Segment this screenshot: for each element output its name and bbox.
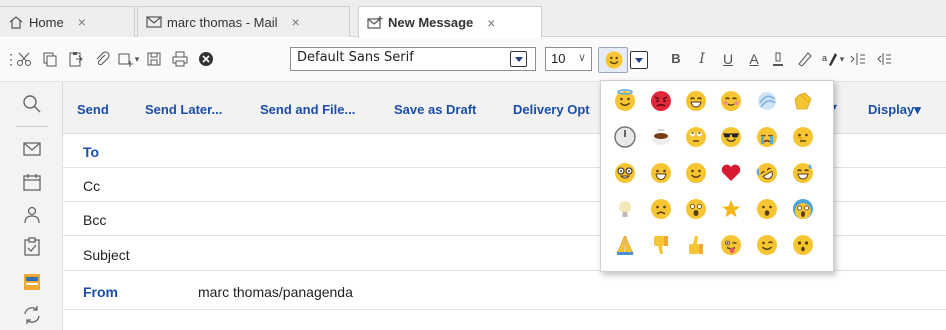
notebook-icon[interactable] [22, 272, 42, 292]
send-button[interactable]: Send [77, 102, 109, 117]
save-icon[interactable] [146, 51, 162, 67]
font-family-dropdown-icon[interactable] [510, 51, 527, 67]
close-icon[interactable]: × [78, 14, 86, 30]
emoji-dropdown-icon[interactable] [630, 51, 648, 69]
smiley-icon [605, 51, 623, 69]
crying-emoji[interactable] [755, 125, 779, 149]
sad-emoji[interactable] [649, 197, 673, 221]
attach-icon[interactable] [94, 51, 110, 67]
pray-emoji[interactable] [613, 233, 637, 257]
grinning-emoji[interactable] [649, 161, 673, 185]
chevron-down-icon: ∨ [577, 52, 586, 64]
print-icon[interactable] [172, 51, 188, 67]
delivery-options-button[interactable]: Delivery Opt [513, 102, 590, 117]
bcc-label: Bcc [83, 212, 107, 228]
save-as-draft-button[interactable]: Save as Draft [394, 102, 476, 117]
mail-icon[interactable] [22, 139, 42, 159]
astonished-emoji[interactable] [791, 233, 815, 257]
shocked-emoji[interactable] [684, 197, 708, 221]
toolbar-grip-icon: ⋮ [4, 51, 18, 67]
tongue-wink-emoji[interactable] [719, 233, 743, 257]
insert-dropdown-icon[interactable]: ▾ [133, 51, 141, 67]
formatting-toolbar: ⋮ ▾ Default Sans Serif 10 ∨ B I U A a ▾ [0, 38, 946, 82]
paste-icon[interactable] [68, 51, 84, 67]
from-label: From [83, 284, 118, 300]
send-and-file-button[interactable]: Send and File... [260, 102, 355, 117]
cut-icon[interactable] [16, 51, 32, 67]
tab-home[interactable]: Home × [0, 6, 135, 37]
tab-mail[interactable]: marc thomas - Mail × [137, 6, 350, 37]
rail-divider [16, 126, 48, 127]
emoji-button[interactable] [598, 47, 628, 73]
highlight-icon[interactable] [770, 51, 786, 67]
from-row: From marc thomas/panagenda [63, 274, 946, 310]
clap-emoji[interactable] [791, 89, 815, 113]
eyeroll-emoji[interactable] [684, 125, 708, 149]
angry-emoji[interactable] [649, 89, 673, 113]
text-style-icon[interactable]: a [822, 51, 838, 67]
subject-label: Subject [83, 247, 130, 263]
close-icon[interactable]: × [292, 14, 300, 30]
send-later-button[interactable]: Send Later... [145, 102, 222, 117]
thumbs-up-emoji[interactable] [684, 233, 708, 257]
tab-new-message[interactable]: New Message × [358, 6, 542, 38]
cc-label: Cc [83, 178, 101, 194]
tab-bar: Home × marc thomas - Mail × New Message … [0, 0, 946, 38]
dizzy-emoji[interactable] [755, 89, 779, 113]
calendar-icon[interactable] [22, 172, 42, 192]
grin-emoji[interactable] [684, 89, 708, 113]
coffee-emoji[interactable] [649, 125, 673, 149]
surprised-emoji[interactable] [755, 197, 779, 221]
close-icon[interactable]: × [487, 15, 495, 31]
search-icon[interactable] [22, 94, 42, 114]
home-icon [9, 16, 23, 29]
font-size-select[interactable]: 10 ∨ [545, 47, 592, 71]
replication-icon[interactable] [22, 305, 42, 325]
bold-button[interactable]: B [668, 51, 684, 67]
todo-icon[interactable] [22, 237, 42, 257]
font-family-value: Default Sans Serif [297, 50, 414, 65]
thinking-emoji[interactable] [791, 125, 815, 149]
font-color-button[interactable]: A [746, 51, 762, 67]
scream-emoji[interactable] [791, 197, 815, 221]
text-style-dropdown-icon[interactable]: ▾ [838, 51, 846, 67]
nerd-emoji[interactable] [613, 161, 637, 185]
tab-home-label: Home [29, 14, 64, 30]
eraser-icon[interactable] [796, 51, 812, 67]
angel-emoji[interactable] [613, 89, 637, 113]
emoji-picker-popup [600, 80, 834, 272]
star-emoji[interactable] [719, 197, 743, 221]
tab-new-message-label: New Message [388, 15, 474, 30]
blush-emoji[interactable] [719, 89, 743, 113]
copy-icon[interactable] [42, 51, 58, 67]
bulb-emoji[interactable] [613, 197, 637, 221]
clock-emoji[interactable] [613, 125, 637, 149]
italic-button[interactable]: I [694, 51, 710, 67]
display-menu-button[interactable]: Display▾ [868, 102, 921, 118]
heart-emoji[interactable] [719, 161, 743, 185]
tab-mail-label: marc thomas - Mail [167, 14, 278, 30]
svg-text:a: a [822, 53, 827, 63]
sweat-smile-emoji[interactable] [791, 161, 815, 185]
rofl-emoji[interactable] [755, 161, 779, 185]
left-rail [0, 82, 63, 330]
smile-emoji[interactable] [684, 161, 708, 185]
from-value: marc thomas/panagenda [198, 284, 353, 300]
insert-icon[interactable] [118, 51, 134, 67]
outdent-icon[interactable] [876, 51, 892, 67]
sunglasses-emoji[interactable] [719, 125, 743, 149]
indent-icon[interactable] [850, 51, 866, 67]
new-mail-icon [367, 15, 383, 29]
contacts-icon[interactable] [22, 205, 42, 225]
wink-emoji[interactable] [755, 233, 779, 257]
to-label[interactable]: To [83, 144, 99, 160]
mail-icon [146, 16, 162, 28]
cancel-icon[interactable] [198, 51, 214, 67]
underline-button[interactable]: U [720, 51, 736, 67]
thumbs-down-emoji[interactable] [649, 233, 673, 257]
font-family-select[interactable]: Default Sans Serif [290, 47, 536, 71]
font-size-value: 10 [551, 51, 566, 66]
